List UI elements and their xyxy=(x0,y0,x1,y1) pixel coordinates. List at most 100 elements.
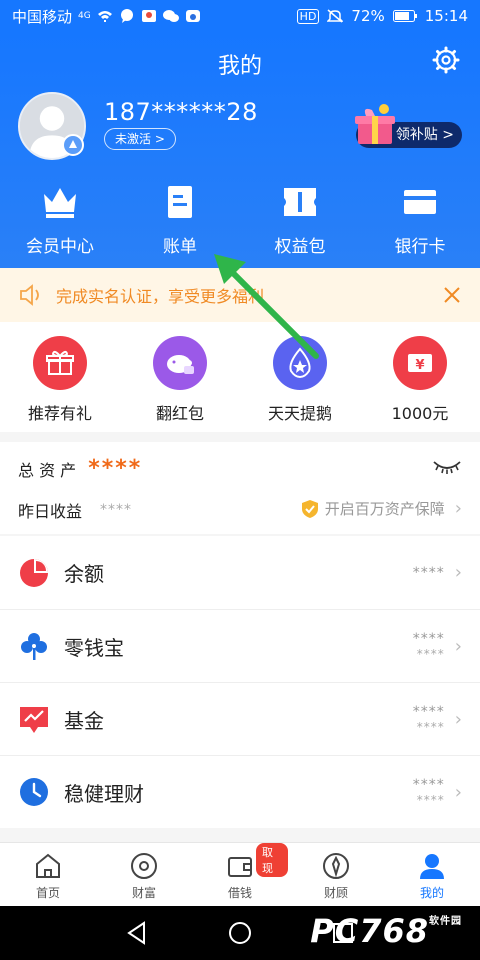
svg-text:¥: ¥ xyxy=(415,358,424,373)
quick-bill[interactable]: 账单 xyxy=(120,182,240,257)
shield-icon xyxy=(301,499,318,518)
account-value: **** xyxy=(412,777,445,793)
promo-icon-circle xyxy=(153,336,207,390)
person-icon xyxy=(420,854,444,879)
quick-label: 银行卡 xyxy=(394,237,446,257)
profile-header: 我的 187******28 未激活 > 领补贴 > 会员中心 账单 权益包 银… xyxy=(0,32,480,268)
speaker-icon xyxy=(20,284,39,306)
tab-label: 借钱 xyxy=(227,886,252,900)
bill-icon xyxy=(168,186,192,218)
tab-label: 首页 xyxy=(35,886,60,900)
account-subvalue: **** xyxy=(416,647,445,661)
baidu-icon xyxy=(185,10,200,22)
assets-summary: 总 资 产 **** 昨日收益 **** 开启百万资产保障 › xyxy=(0,442,480,534)
claim-subsidy-button[interactable]: 领补贴 > xyxy=(342,96,462,156)
chevron-right-icon: › xyxy=(454,708,462,730)
tab-label: 财顾 xyxy=(323,886,348,900)
watermark-text: PC768 xyxy=(310,912,429,950)
pie-icon xyxy=(20,558,48,587)
page-title: 我的 xyxy=(217,54,262,79)
account-row-fund[interactable]: 基金 **** **** › xyxy=(0,682,480,755)
account-value: **** xyxy=(412,564,445,581)
asset-protection-link[interactable]: 开启百万资产保障 › xyxy=(301,498,462,519)
chevron-right-icon: › xyxy=(454,498,462,519)
promo-grid: 推荐有礼 翻红包 天天提鹅 ¥ 1000元 xyxy=(0,322,480,432)
chevron-right-icon: › xyxy=(454,781,462,803)
account-phone: 187******28 xyxy=(104,98,258,126)
account-value: **** xyxy=(412,631,445,647)
tab-borrow[interactable]: 借钱 取现 xyxy=(192,843,288,906)
mute-icon xyxy=(327,9,344,23)
accounts-list: 余额 **** › 零钱宝 **** **** › 基金 **** **** › 稳… xyxy=(0,536,480,828)
quick-label: 账单 xyxy=(163,237,197,257)
account-row-steady-finance[interactable]: 稳健理财 **** **** › xyxy=(0,755,480,828)
promo-label: 天天提鹅 xyxy=(267,404,332,423)
gear-icon[interactable] xyxy=(432,46,460,74)
hide-eye-icon[interactable] xyxy=(432,458,462,476)
tab-label: 财富 xyxy=(131,886,156,900)
gift-icon xyxy=(46,350,74,375)
map-icon xyxy=(141,10,156,22)
wifi-icon xyxy=(97,11,112,22)
notice-text: 完成实名认证，享受更多福利 xyxy=(56,287,265,306)
yesterday-earnings-label: 昨日收益 xyxy=(18,502,83,521)
quick-label: 权益包 xyxy=(274,237,326,257)
wallet-icon xyxy=(228,857,252,877)
battery-icon xyxy=(392,10,417,22)
chevron-right-icon: › xyxy=(454,635,462,657)
trend-icon xyxy=(20,707,48,733)
quick-actions: 会员中心 账单 权益包 银行卡 xyxy=(0,182,480,257)
bottom-tab-bar: 首页 财富 借钱 取现 财顾 我的 xyxy=(0,842,480,906)
tab-advisor[interactable]: 财顾 xyxy=(288,843,384,906)
account-name: 零钱宝 xyxy=(64,635,124,660)
yen-ticket-icon: ¥ xyxy=(408,354,432,373)
account-subvalue: **** xyxy=(416,793,445,807)
tab-home[interactable]: 首页 xyxy=(0,843,96,906)
close-icon[interactable] xyxy=(442,285,462,305)
ticket-icon xyxy=(284,188,316,216)
message-icon xyxy=(120,9,133,23)
account-row-balance[interactable]: 余额 **** › xyxy=(0,536,480,609)
wealth-icon xyxy=(131,853,157,879)
carrier-label: 中国移动 xyxy=(12,7,73,26)
card-icon xyxy=(404,190,436,214)
clock-icon xyxy=(20,778,48,806)
account-name: 稳健理财 xyxy=(64,781,144,806)
promo-invite-reward[interactable]: 推荐有礼 xyxy=(0,322,120,432)
inactive-status-button[interactable]: 未激活 > xyxy=(104,128,176,150)
promo-daily-goose[interactable]: 天天提鹅 xyxy=(240,322,360,432)
watermark-sub: 软件园 xyxy=(429,916,462,927)
piggy-icon xyxy=(167,355,194,374)
account-row-yuebao[interactable]: 零钱宝 **** **** › xyxy=(0,609,480,682)
total-assets-label: 总 资 产 xyxy=(18,460,77,480)
promo-label: 推荐有礼 xyxy=(27,404,92,423)
network-label: 4G xyxy=(78,11,91,21)
hd-badge: HD xyxy=(296,8,320,24)
clover-icon xyxy=(21,633,47,660)
home-icon xyxy=(36,853,60,878)
account-name: 余额 xyxy=(64,562,104,586)
tab-label: 我的 xyxy=(419,886,444,900)
status-bar: 中国移动 4G HD 72% 15:14 xyxy=(0,0,480,32)
quick-benefits[interactable]: 权益包 xyxy=(240,182,360,257)
star-drop-icon xyxy=(289,347,311,379)
tab-wealth[interactable]: 财富 xyxy=(96,843,192,906)
battery-label: 72% xyxy=(351,7,385,25)
home-button-icon[interactable] xyxy=(227,920,253,946)
site-watermark: PC768软件园 xyxy=(310,912,462,950)
verify-notice-banner[interactable]: 完成实名认证，享受更多福利 xyxy=(0,268,480,322)
promo-flip-redpacket[interactable]: 翻红包 xyxy=(120,322,240,432)
crown-icon xyxy=(44,188,76,218)
quick-member-center[interactable]: 会员中心 xyxy=(0,182,120,257)
back-icon[interactable] xyxy=(124,920,150,946)
tab-mine[interactable]: 我的 xyxy=(384,843,480,906)
promo-1000-yuan[interactable]: ¥ 1000元 xyxy=(360,322,480,432)
quick-bank-card[interactable]: 银行卡 xyxy=(360,182,480,257)
advisor-icon xyxy=(323,853,349,879)
account-value: **** xyxy=(412,704,445,720)
promo-icon-circle: ¥ xyxy=(393,336,447,390)
account-subvalue: **** xyxy=(416,720,445,734)
promo-icon-circle xyxy=(273,336,327,390)
verify-badge-icon xyxy=(62,134,84,156)
total-assets-value: **** xyxy=(88,456,143,481)
